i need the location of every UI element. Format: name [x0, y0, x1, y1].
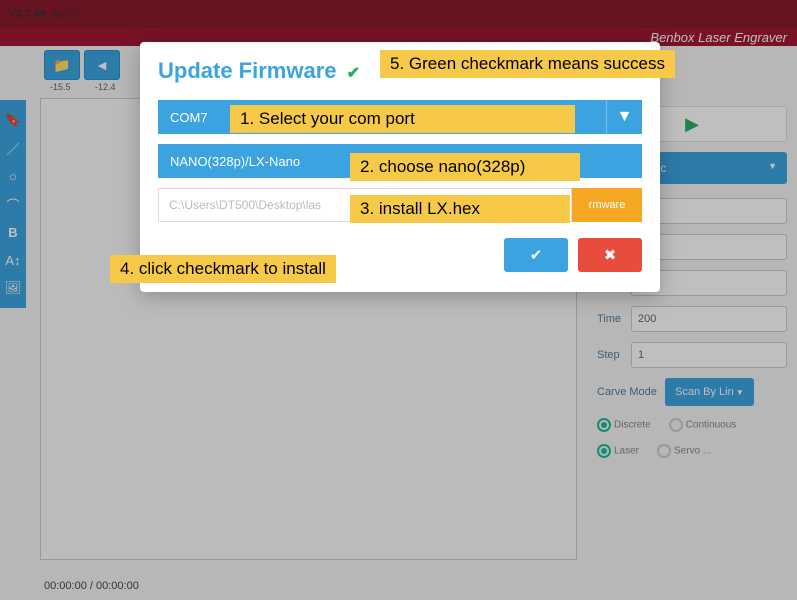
annotation-1: 1. Select your com port [230, 105, 575, 133]
firmware-browse-button[interactable]: rmware [572, 188, 642, 222]
annotation-5: 5. Green checkmark means success [380, 50, 675, 78]
com-dropdown-arrow[interactable]: ▼ [606, 100, 642, 134]
annotation-4: 4. click checkmark to install [110, 255, 336, 283]
success-check-icon: ✔ [347, 65, 360, 82]
confirm-button[interactable]: ✔ [504, 238, 568, 272]
cancel-button[interactable]: ✖ [578, 238, 642, 272]
annotation-3: 3. install LX.hex [350, 195, 570, 223]
com-selected[interactable]: COM7 [158, 100, 238, 134]
annotation-2: 2. choose nano(328p) [350, 153, 580, 181]
